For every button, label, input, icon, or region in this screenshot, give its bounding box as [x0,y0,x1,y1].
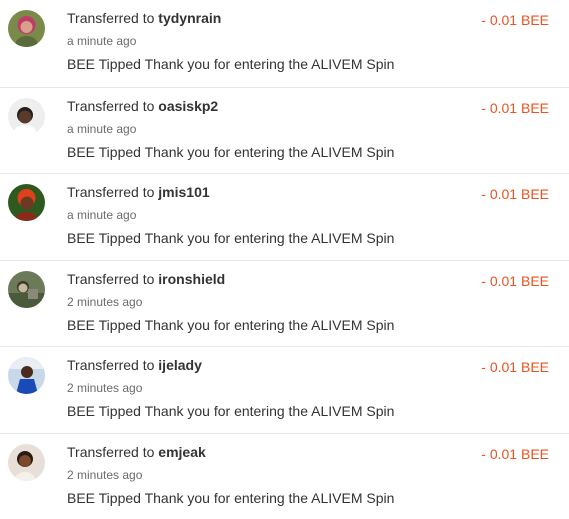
transfer-amount: - 0.01 BEE [481,100,549,117]
transfer-memo: BEE Tipped Thank you for entering the AL… [67,403,394,420]
transfer-row: Transferred to ironshield 2 minutes ago … [0,260,569,347]
user-avatar-icon[interactable] [8,10,45,47]
transfer-memo: BEE Tipped Thank you for entering the AL… [67,317,394,334]
transfer-amount: - 0.01 BEE [481,12,549,29]
transfer-timestamp: 2 minutes ago [67,468,142,482]
transfer-prefix: Transferred to [67,271,154,287]
transfer-title: Transferred to tydynrain [67,10,221,27]
transfer-title: Transferred to oasiskp2 [67,98,218,115]
transfer-timestamp: 2 minutes ago [67,381,142,395]
transfer-row: Transferred to tydynrain a minute ago BE… [0,0,569,87]
transfer-timestamp: a minute ago [67,208,136,222]
transfer-amount: - 0.01 BEE [481,446,549,463]
transfer-prefix: Transferred to [67,98,154,114]
transfer-memo: BEE Tipped Thank you for entering the AL… [67,230,394,247]
transfer-amount: - 0.01 BEE [481,186,549,203]
user-avatar-icon[interactable] [8,98,45,135]
transfer-row: Transferred to emjeak 2 minutes ago BEE … [0,433,569,519]
recipient-username[interactable]: ijelady [158,357,202,373]
transfer-memo: BEE Tipped Thank you for entering the AL… [67,490,394,507]
recipient-username[interactable]: oasiskp2 [158,98,218,114]
transfer-row: Transferred to ijelady 2 minutes ago BEE… [0,346,569,433]
recipient-username[interactable]: ironshield [158,271,225,287]
transfer-prefix: Transferred to [67,10,154,26]
transfer-title: Transferred to ijelady [67,357,202,374]
transfer-prefix: Transferred to [67,357,154,373]
transfer-title: Transferred to emjeak [67,444,206,461]
transfer-row: Transferred to oasiskp2 a minute ago BEE… [0,87,569,174]
recipient-username[interactable]: emjeak [158,444,205,460]
transfer-row: Transferred to jmis101 a minute ago BEE … [0,173,569,260]
user-avatar-icon[interactable] [8,357,45,394]
transfer-memo: BEE Tipped Thank you for entering the AL… [67,56,394,73]
transfer-timestamp: 2 minutes ago [67,295,142,309]
transfer-title: Transferred to jmis101 [67,184,210,201]
user-avatar-icon[interactable] [8,271,45,308]
recipient-username[interactable]: jmis101 [158,184,209,200]
transfer-timestamp: a minute ago [67,122,136,136]
user-avatar-icon[interactable] [8,444,45,481]
transfer-timestamp: a minute ago [67,34,136,48]
transfer-title: Transferred to ironshield [67,271,225,288]
transfer-amount: - 0.01 BEE [481,273,549,290]
transfer-list: Transferred to tydynrain a minute ago BE… [0,0,569,519]
recipient-username[interactable]: tydynrain [158,10,221,26]
transfer-prefix: Transferred to [67,444,154,460]
user-avatar-icon[interactable] [8,184,45,221]
transfer-memo: BEE Tipped Thank you for entering the AL… [67,144,394,161]
transfer-amount: - 0.01 BEE [481,359,549,376]
transfer-prefix: Transferred to [67,184,154,200]
